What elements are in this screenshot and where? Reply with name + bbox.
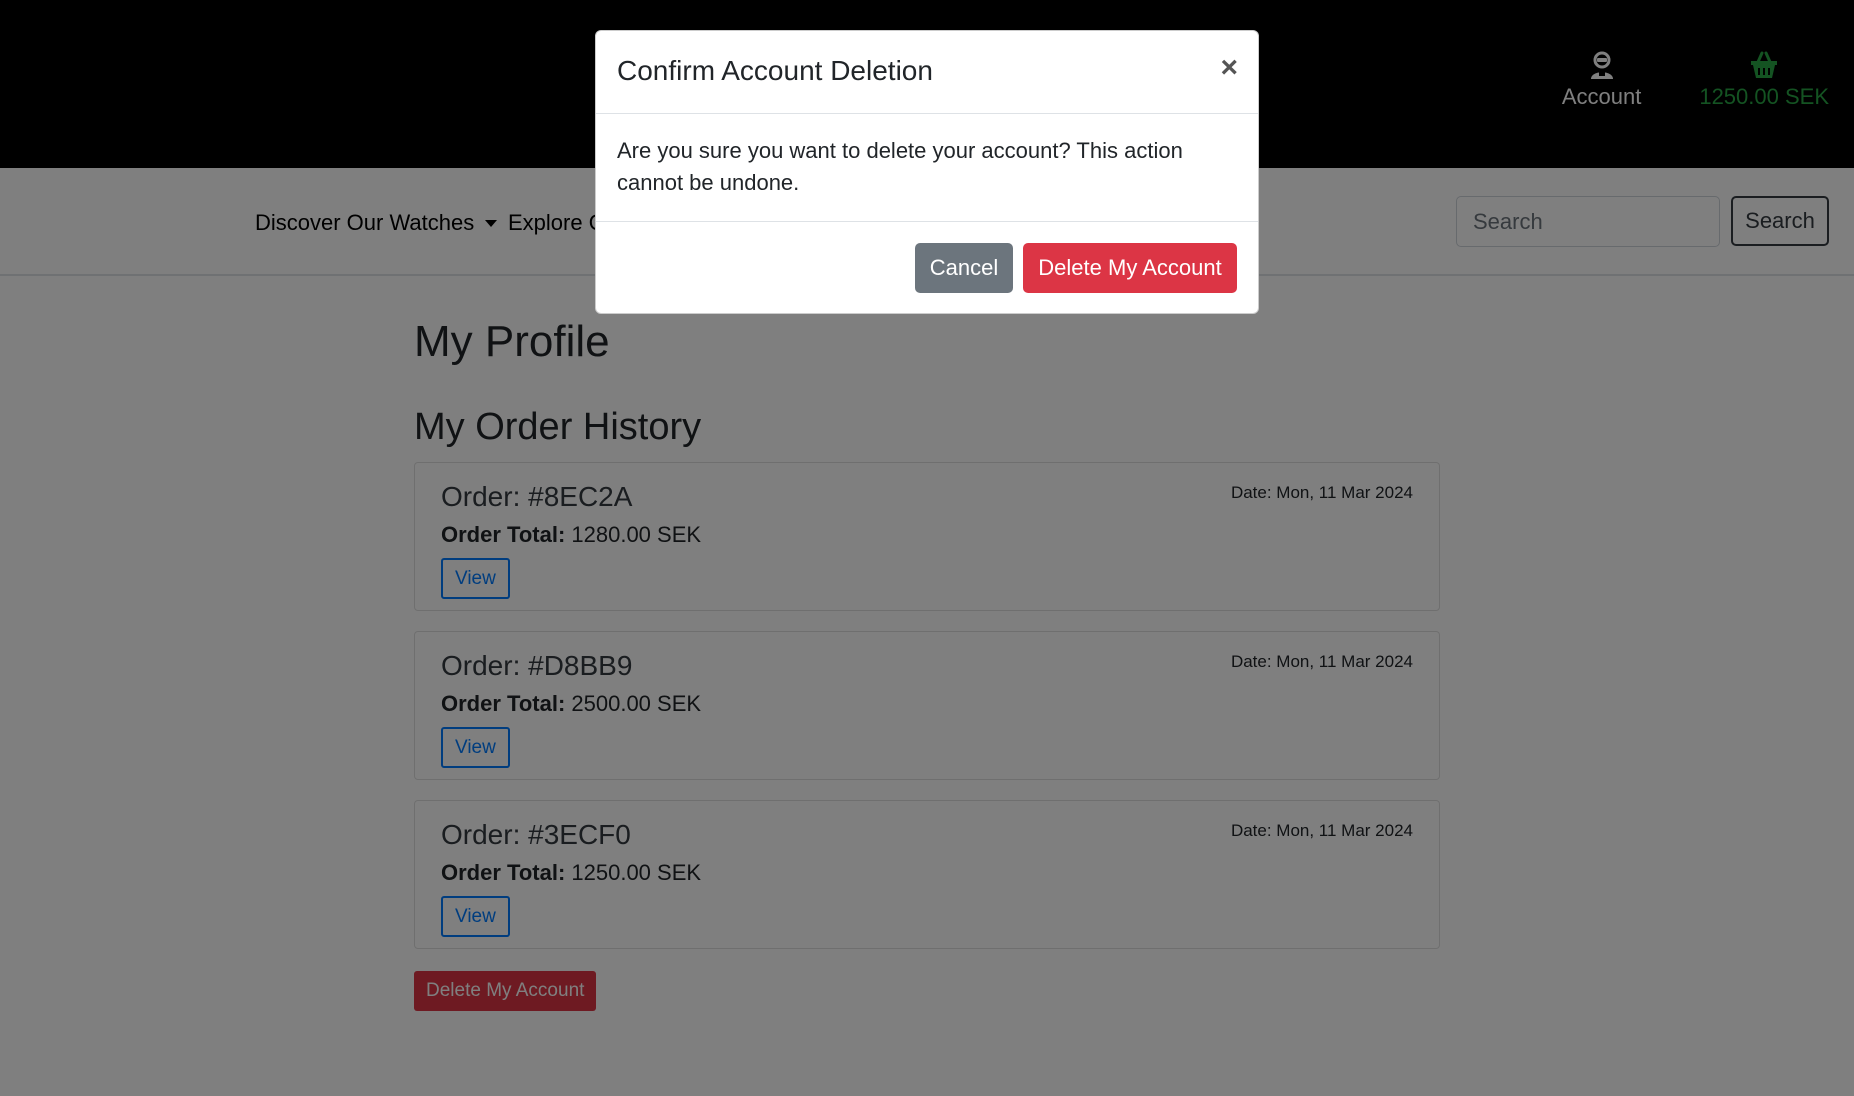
cancel-button[interactable]: Cancel [915,243,1013,293]
confirm-delete-modal: Confirm Account Deletion × Are you sure … [595,30,1259,314]
modal-title: Confirm Account Deletion [617,55,933,86]
modal-header: Confirm Account Deletion × [596,31,1258,114]
modal-footer: Cancel Delete My Account [596,222,1258,314]
confirm-delete-button[interactable]: Delete My Account [1023,243,1237,293]
close-icon[interactable]: × [1220,53,1238,83]
modal-body: Are you sure you want to delete your acc… [596,114,1258,222]
